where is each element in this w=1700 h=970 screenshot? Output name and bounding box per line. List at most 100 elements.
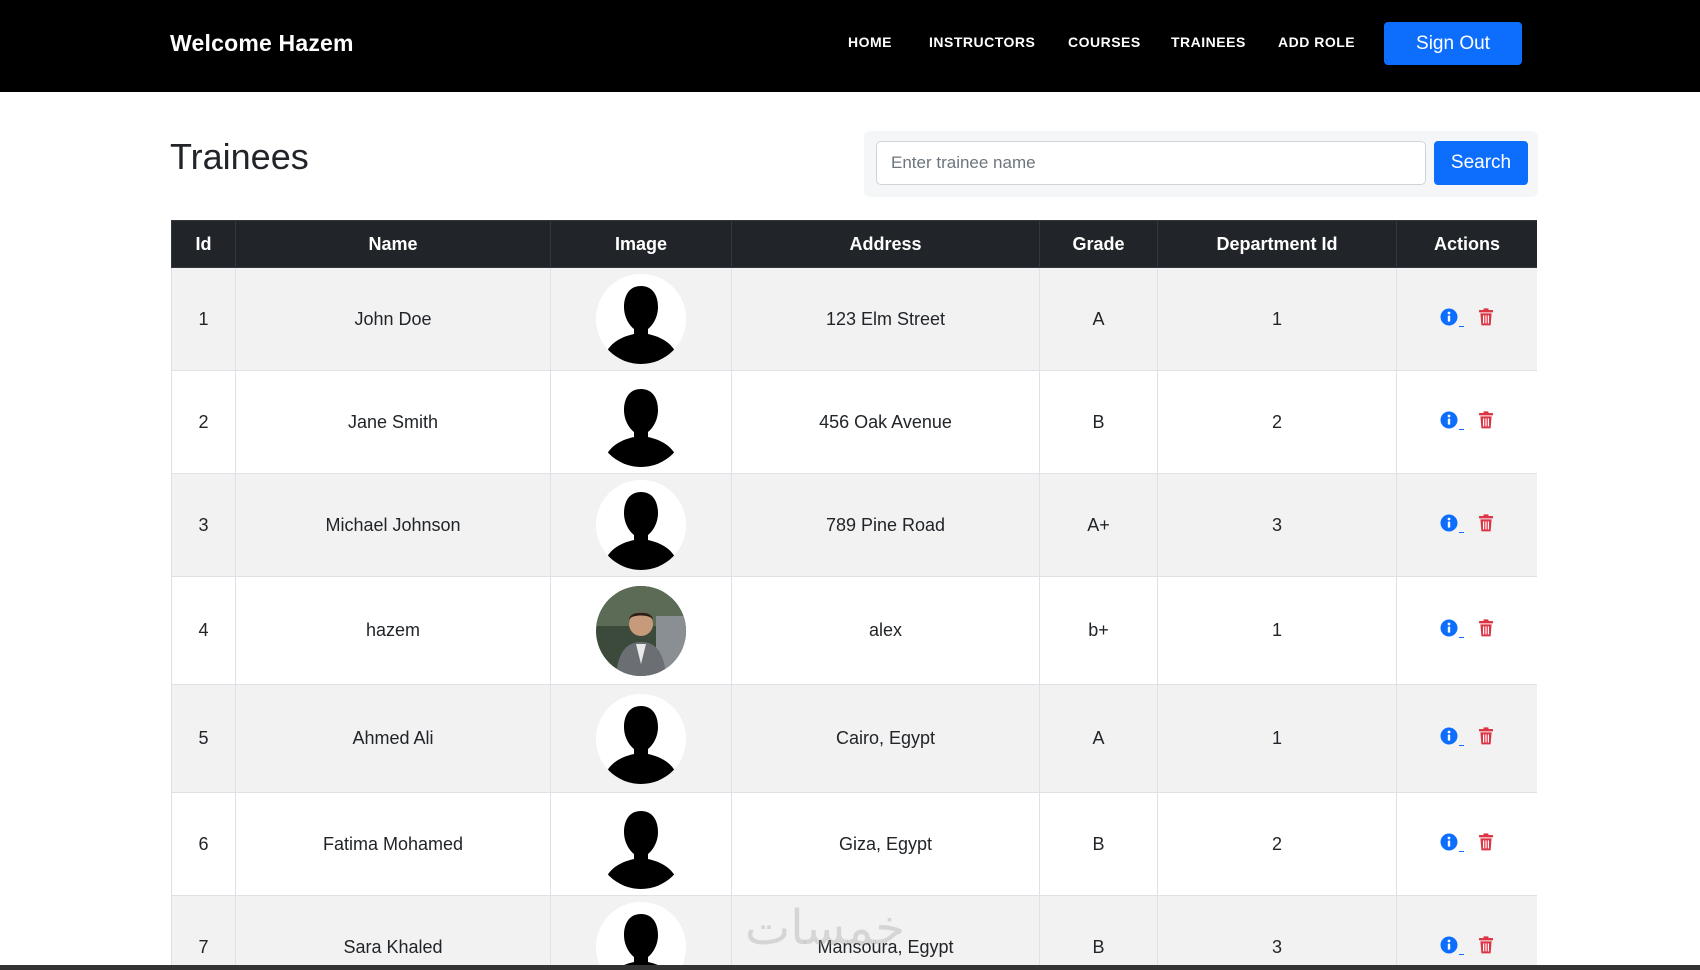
info-circle-icon [1440,411,1458,434]
person-silhouette-icon [596,274,686,364]
info-circle-icon [1440,936,1458,959]
cell-image [550,792,732,896]
top-navbar: Welcome Hazem HOME INSTRUCTORS COURSES T… [0,0,1700,92]
cell-image [550,576,732,685]
person-silhouette-icon [596,902,686,965]
avatar [596,799,686,889]
avatar [596,377,686,467]
info-circle-icon [1440,833,1458,856]
table-header-row: Id Name Image Address Grade Department I… [171,220,1537,268]
trainees-table: Id Name Image Address Grade Department I… [171,220,1537,965]
avatar [596,274,686,364]
search-button[interactable]: Search [1434,141,1528,185]
details-button[interactable] [1440,936,1464,959]
search-panel: Search [864,131,1538,197]
info-circle-icon [1440,308,1458,331]
cell-id: 4 [171,576,236,685]
avatar [596,585,686,676]
cell-actions [1396,792,1537,896]
page-title: Trainees [170,136,309,177]
avatar [596,902,686,965]
cell-actions [1396,370,1537,474]
sign-out-button[interactable]: Sign Out [1384,22,1522,65]
trainees-table-container: Id Name Image Address Grade Department I… [171,220,1537,965]
delete-button[interactable] [1478,307,1494,331]
cell-department-id: 3 [1157,895,1397,965]
cell-department-id: 1 [1157,267,1397,371]
cell-name: hazem [235,576,551,685]
cell-id: 3 [171,473,236,577]
details-button[interactable] [1440,308,1464,331]
cell-actions [1396,684,1537,793]
details-button[interactable] [1440,411,1464,434]
cell-grade: A [1039,267,1158,371]
trainee-photo [596,585,686,676]
trash-icon [1478,307,1494,331]
cell-grade: A+ [1039,473,1158,577]
search-input[interactable] [876,141,1426,185]
cell-name: John Doe [235,267,551,371]
cell-grade: b+ [1039,576,1158,685]
details-button[interactable] [1440,833,1464,856]
watermark-logo: خمسات [745,900,906,956]
cell-image [550,370,732,474]
cell-department-id: 1 [1157,576,1397,685]
cell-grade: A [1039,684,1158,793]
trash-icon [1478,619,1494,642]
person-silhouette-icon [596,480,686,570]
cell-grade: B [1039,370,1158,474]
cell-id: 7 [171,895,236,965]
trash-icon [1478,832,1494,856]
cell-grade: B [1039,895,1158,965]
header-id: Id [171,220,236,268]
avatar [596,480,686,570]
nav-link-home[interactable]: HOME [848,34,892,50]
cell-address: alex [731,576,1040,685]
cell-address: 123 Elm Street [731,267,1040,371]
details-button[interactable] [1440,619,1464,642]
details-button[interactable] [1440,514,1464,537]
details-button[interactable] [1440,727,1464,750]
trash-icon [1478,513,1494,537]
cell-id: 5 [171,684,236,793]
cell-id: 1 [171,267,236,371]
cell-name: Ahmed Ali [235,684,551,793]
cell-department-id: 2 [1157,370,1397,474]
table-row: 1 John Doe 123 Elm Street A 1 [171,267,1537,371]
table-body: 1 John Doe 123 Elm Street A 1 2 Jane Smi… [171,267,1537,965]
trash-icon [1478,410,1494,434]
cell-department-id: 3 [1157,473,1397,577]
table-row: 5 Ahmed Ali Cairo, Egypt A 1 [171,684,1537,793]
cell-id: 6 [171,792,236,896]
nav-link-instructors[interactable]: INSTRUCTORS [929,34,1035,50]
delete-button[interactable] [1478,727,1494,750]
header-actions: Actions [1396,220,1537,268]
nav-link-trainees[interactable]: TRAINEES [1171,34,1246,50]
cell-image [550,267,732,371]
nav-link-add-role[interactable]: ADD ROLE [1278,34,1355,50]
cell-name: Jane Smith [235,370,551,474]
nav-link-courses[interactable]: COURSES [1068,34,1141,50]
person-silhouette-icon [596,377,686,467]
delete-button[interactable] [1478,410,1494,434]
table-row: 4 hazem alex b+ 1 [171,576,1537,685]
cell-image [550,473,732,577]
avatar [596,693,686,784]
delete-button[interactable] [1478,513,1494,537]
delete-button[interactable] [1478,619,1494,642]
cell-address: 456 Oak Avenue [731,370,1040,474]
header-image: Image [550,220,732,268]
header-grade: Grade [1039,220,1158,268]
cell-name: Fatima Mohamed [235,792,551,896]
header-name: Name [235,220,551,268]
cell-department-id: 2 [1157,792,1397,896]
welcome-brand: Welcome Hazem [170,30,354,56]
cell-address: Cairo, Egypt [731,684,1040,793]
delete-button[interactable] [1478,935,1494,959]
table-row: 2 Jane Smith 456 Oak Avenue B 2 [171,370,1537,474]
trash-icon [1478,935,1494,959]
info-circle-icon [1440,727,1458,750]
delete-button[interactable] [1478,832,1494,856]
cell-actions [1396,267,1537,371]
table-row: 3 Michael Johnson 789 Pine Road A+ 3 [171,473,1537,577]
